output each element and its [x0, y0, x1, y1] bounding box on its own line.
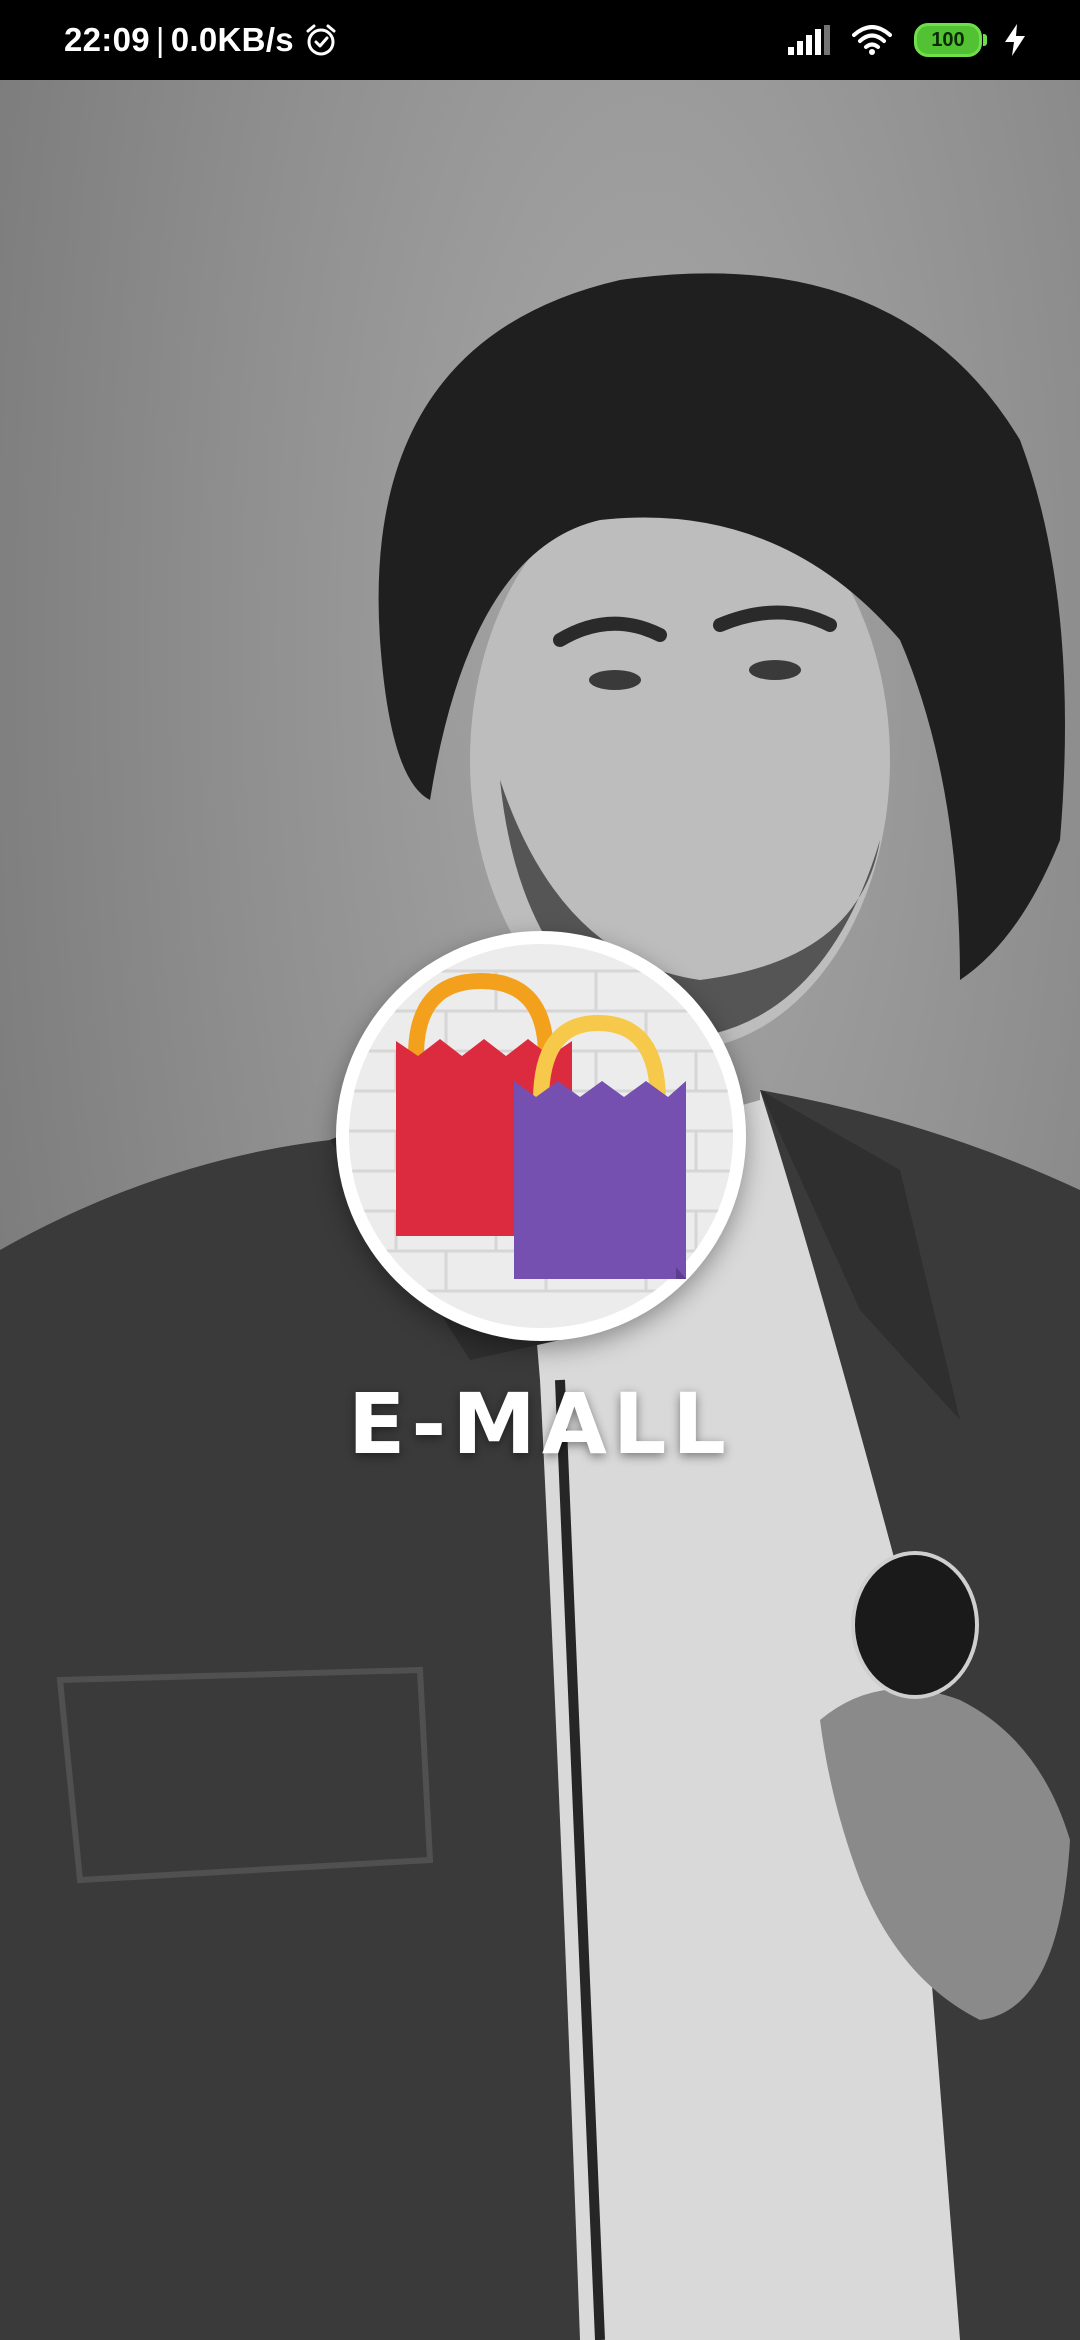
status-right: 100 — [788, 0, 1026, 80]
app-logo — [336, 931, 746, 1341]
wifi-icon — [852, 25, 892, 55]
status-separator: | — [155, 21, 165, 58]
status-bar: 22:09 | 0.0KB/s 100 — [0, 0, 1080, 80]
alarm-clock-icon — [306, 24, 336, 56]
cellular-signal-icon — [788, 25, 830, 55]
status-left: 22:09 | 0.0KB/s — [64, 0, 338, 80]
status-time: 22:09 — [64, 21, 150, 58]
splash-screen: 22:09 | 0.0KB/s 100 E-MALL — [0, 0, 1080, 2340]
network-speed: 0.0KB/s — [170, 21, 294, 58]
battery-level: 100 — [931, 28, 965, 51]
shopping-bags-icon — [349, 944, 733, 1328]
battery-indicator: 100 — [914, 23, 987, 57]
charging-bolt-icon — [1005, 24, 1025, 56]
app-title: E-MALL — [348, 1375, 732, 1473]
